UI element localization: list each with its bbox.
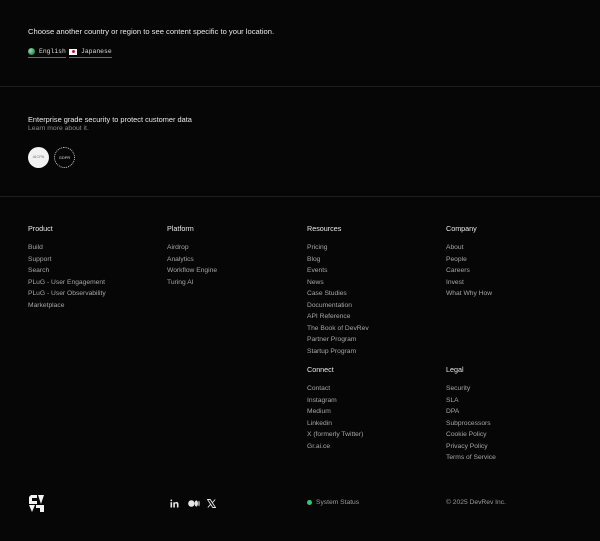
system-status-label: System Status xyxy=(316,499,360,506)
footer-link-pricing[interactable]: Pricing xyxy=(307,242,369,254)
aicpa-soc-badge: AICPA xyxy=(28,147,49,168)
footer-link-invest[interactable]: Invest xyxy=(446,277,492,289)
security-learn-more-link[interactable]: Learn more about it. xyxy=(28,125,89,132)
language-label: English xyxy=(39,48,66,55)
footer-link-events[interactable]: Events xyxy=(307,265,369,277)
copyright: © 2025 DevRev Inc. xyxy=(446,499,506,506)
footer-link-plug-user-engagement[interactable]: PLuG - User Engagement xyxy=(28,277,106,289)
aicpa-badge-text: AICPA xyxy=(32,154,45,160)
connect-column: Connect Contact Instagram Medium Linkedi… xyxy=(307,365,363,452)
footer-link-dpa[interactable]: DPA xyxy=(446,406,496,418)
footer-link-partner-program[interactable]: Partner Program xyxy=(307,334,369,346)
language-japanese-link[interactable]: Japanese xyxy=(69,48,112,58)
security-title: Enterprise grade security to protect cus… xyxy=(28,115,192,124)
footer-link-turing-ai[interactable]: Turing AI xyxy=(167,277,217,289)
platform-column: Platform Airdrop Analytics Workflow Engi… xyxy=(167,224,217,288)
column-title: Resources xyxy=(307,224,342,233)
region-prompt: Choose another country or region to see … xyxy=(28,27,275,36)
footer-link-privacy-policy[interactable]: Privacy Policy xyxy=(446,441,496,453)
footer-link-x-twitter[interactable]: X (formerly Twitter) xyxy=(307,429,363,441)
footer-link-search[interactable]: Search xyxy=(28,265,106,277)
language-english-link[interactable]: English xyxy=(28,48,66,58)
footer-link-api-reference[interactable]: API Reference xyxy=(307,311,369,323)
status-dot-icon xyxy=(307,500,312,505)
footer-link-people[interactable]: People xyxy=(446,254,492,266)
footer-link-documentation[interactable]: Documentation xyxy=(307,300,369,312)
footer-link-sla[interactable]: SLA xyxy=(446,395,496,407)
footer-link-blog[interactable]: Blog xyxy=(307,254,369,266)
footer-link-airdrop[interactable]: Airdrop xyxy=(167,242,217,254)
legal-column: Legal Security SLA DPA Subprocessors Coo… xyxy=(446,365,496,464)
divider xyxy=(0,86,600,87)
column-title: Company xyxy=(446,224,477,233)
x-icon[interactable] xyxy=(207,499,216,508)
devrev-logo[interactable] xyxy=(28,494,45,513)
globe-icon xyxy=(28,48,35,55)
footer-link-support[interactable]: Support xyxy=(28,254,106,266)
company-column: Company About People Careers Invest What… xyxy=(446,224,492,300)
divider xyxy=(0,196,600,197)
column-title: Product xyxy=(28,224,53,233)
footer-link-startup-program[interactable]: Startup Program xyxy=(307,346,369,358)
gdpr-badge: GDPR xyxy=(54,147,75,168)
footer-link-cookie-policy[interactable]: Cookie Policy xyxy=(446,429,496,441)
column-title: Connect xyxy=(307,365,334,374)
footer-link-terms-of-service[interactable]: Terms of Service xyxy=(446,452,496,464)
gdpr-badge-text: GDPR xyxy=(58,155,71,160)
language-label: Japanese xyxy=(81,48,112,55)
footer-link-medium[interactable]: Medium xyxy=(307,406,363,418)
column-title: Platform xyxy=(167,224,194,233)
product-column: Product Build Support Search PLuG - User… xyxy=(28,224,106,311)
japan-flag-icon xyxy=(69,48,77,55)
footer-link-graice[interactable]: Gr.ai.ce xyxy=(307,441,363,453)
footer-link-linkedin[interactable]: Linkedin xyxy=(307,418,363,430)
medium-icon[interactable] xyxy=(188,499,200,508)
footer-link-news[interactable]: News xyxy=(307,277,369,289)
footer-link-build[interactable]: Build xyxy=(28,242,106,254)
footer-link-book-of-devrev[interactable]: The Book of DevRev xyxy=(307,323,369,335)
footer-link-security[interactable]: Security xyxy=(446,383,496,395)
resources-column: Resources Pricing Blog Events News Case … xyxy=(307,224,369,357)
footer-link-case-studies[interactable]: Case Studies xyxy=(307,288,369,300)
footer-link-plug-user-observability[interactable]: PLuG - User Observability xyxy=(28,288,106,300)
footer-link-what-why-how[interactable]: What Why How xyxy=(446,288,492,300)
footer-link-careers[interactable]: Careers xyxy=(446,265,492,277)
footer-link-workflow-engine[interactable]: Workflow Engine xyxy=(167,265,217,277)
footer-link-about[interactable]: About xyxy=(446,242,492,254)
footer-link-analytics[interactable]: Analytics xyxy=(167,254,217,266)
footer-link-contact[interactable]: Contact xyxy=(307,383,363,395)
footer-link-instagram[interactable]: Instagram xyxy=(307,395,363,407)
system-status-link[interactable]: System Status xyxy=(307,499,359,506)
footer-link-marketplace[interactable]: Marketplace xyxy=(28,300,106,312)
footer-link-subprocessors[interactable]: Subprocessors xyxy=(446,418,496,430)
linkedin-icon[interactable] xyxy=(170,499,179,508)
column-title: Legal xyxy=(446,365,464,374)
